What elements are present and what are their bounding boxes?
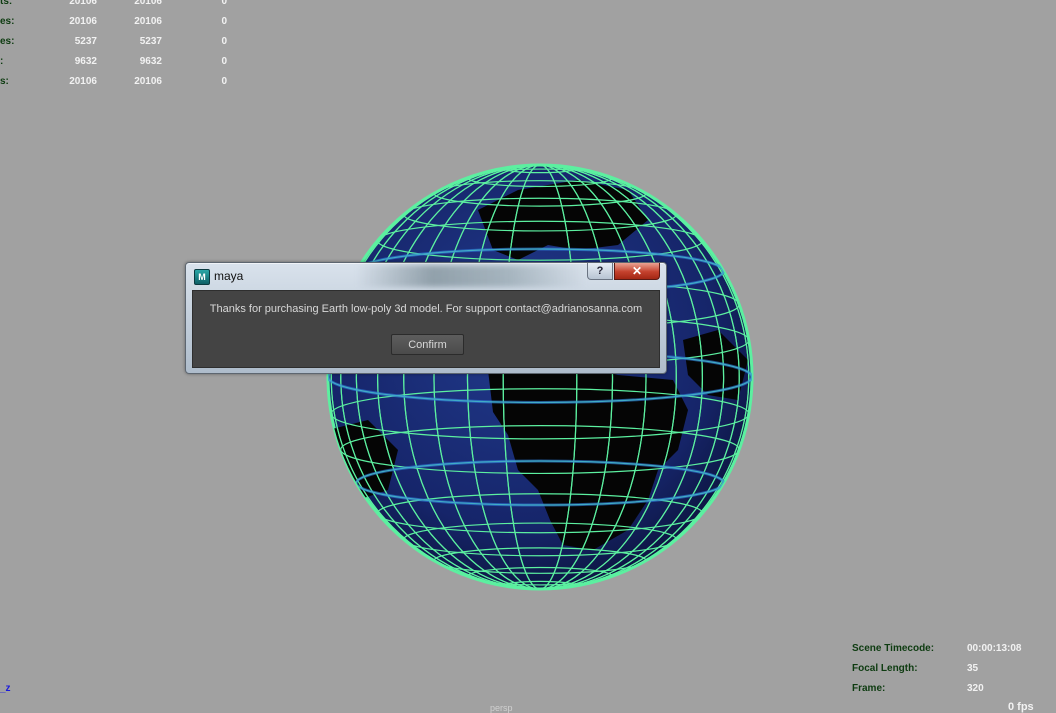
poly-stat-c1: 5237 xyxy=(74,36,97,47)
poly-stat-row: ts: 20106 20106 0 xyxy=(0,0,240,10)
fps-readout: 0 fps xyxy=(1008,701,1034,713)
poly-stat-c3: 0 xyxy=(221,36,227,47)
poly-stat-c1: 9632 xyxy=(74,56,97,67)
poly-stat-c2: 5237 xyxy=(139,36,162,47)
focal-length-row: Focal Length: 35 xyxy=(852,663,1052,679)
poly-stat-label: : xyxy=(0,56,4,67)
scene-timecode-value: 00:00:13:08 xyxy=(967,643,1022,654)
poly-stat-c2: 20106 xyxy=(134,0,162,7)
frame-row: Frame: 320 xyxy=(852,683,1052,699)
close-button[interactable]: ✕ xyxy=(614,263,660,280)
poly-stat-c1: 20106 xyxy=(69,0,97,7)
confirm-button[interactable]: Confirm xyxy=(391,334,464,355)
scene-timecode-row: Scene Timecode: 00:00:13:08 xyxy=(852,643,1052,659)
dialog-body: Thanks for purchasing Earth low-poly 3d … xyxy=(192,290,660,368)
scene-timecode-label: Scene Timecode: xyxy=(852,643,935,654)
poly-stat-c3: 0 xyxy=(221,76,227,87)
poly-stat-label: es: xyxy=(0,36,15,47)
poly-stat-c3: 0 xyxy=(221,56,227,67)
focal-length-label: Focal Length: xyxy=(852,663,918,674)
axis-z-indicator: _z xyxy=(0,683,11,694)
poly-stat-row: es: 5237 5237 0 xyxy=(0,36,240,50)
poly-stat-c2: 9632 xyxy=(139,56,162,67)
poly-stat-label: es: xyxy=(0,16,15,27)
help-button[interactable]: ? xyxy=(587,263,613,280)
poly-stat-label: s: xyxy=(0,76,9,87)
poly-stat-c2: 20106 xyxy=(134,16,162,27)
titlebar-blur xyxy=(356,265,586,287)
poly-stat-row: s: 20106 20106 0 xyxy=(0,76,240,90)
poly-stat-label: ts: xyxy=(0,0,13,7)
focal-length-value: 35 xyxy=(967,663,979,674)
frame-value: 320 xyxy=(967,683,984,694)
poly-stat-c3: 0 xyxy=(221,16,227,27)
dialog-title: maya xyxy=(214,269,244,283)
poly-stat-row: es: 20106 20106 0 xyxy=(0,16,240,30)
earth-wireframe-model[interactable] xyxy=(318,150,768,600)
poly-stat-c1: 20106 xyxy=(69,16,97,27)
maya-app-icon: M xyxy=(194,269,210,285)
camera-name-label: persp xyxy=(490,703,513,713)
frame-label: Frame: xyxy=(852,683,886,694)
maya-dialog: M maya ? ✕ Thanks for purchasing Earth l… xyxy=(185,262,667,374)
poly-stat-c3: 0 xyxy=(221,0,227,7)
poly-stat-c2: 20106 xyxy=(134,76,162,87)
poly-stat-c1: 20106 xyxy=(69,76,97,87)
poly-stat-row: : 9632 9632 0 xyxy=(0,56,240,70)
dialog-message: Thanks for purchasing Earth low-poly 3d … xyxy=(209,303,643,315)
